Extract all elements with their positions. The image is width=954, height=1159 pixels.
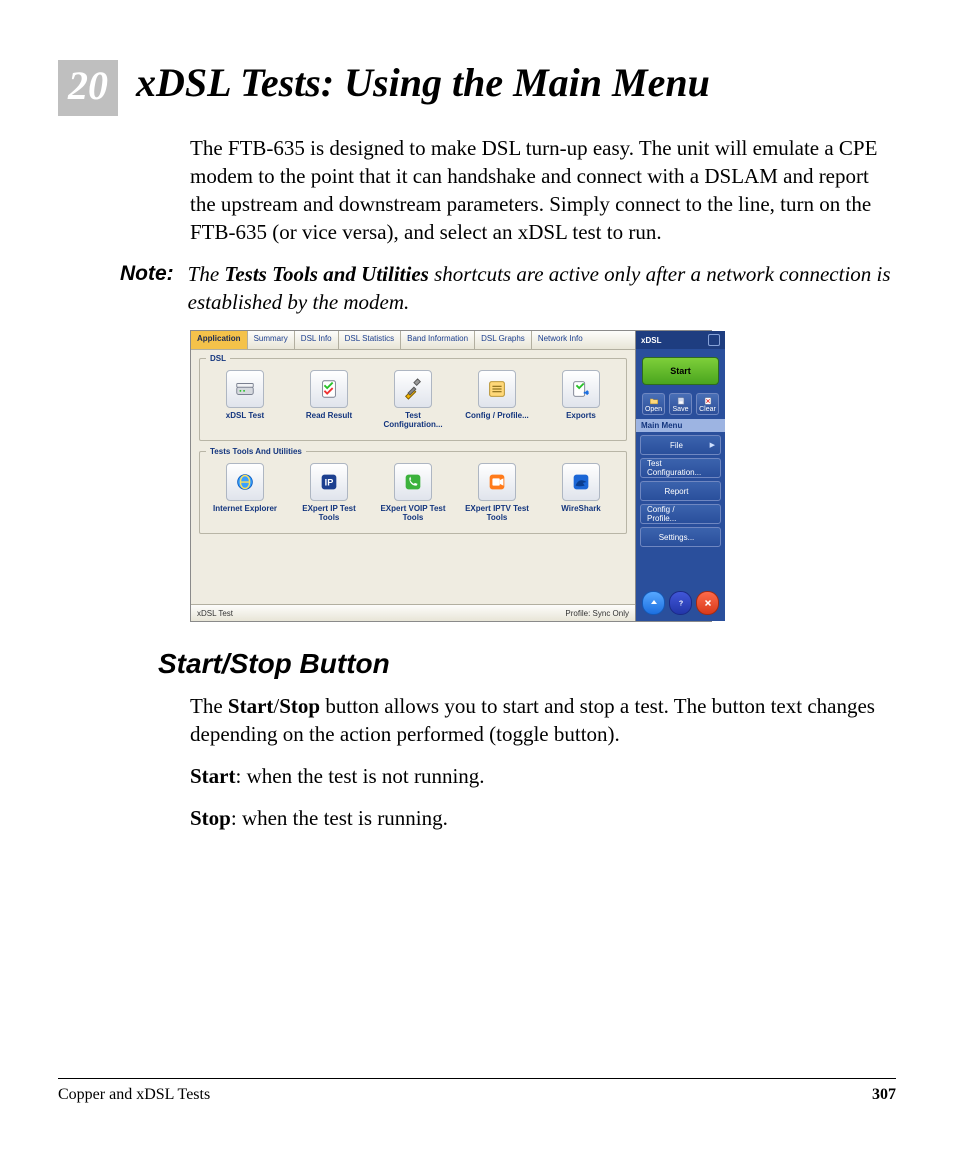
- tab-bar: Application Summary DSL Info DSL Statist…: [191, 331, 635, 350]
- clear-button[interactable]: Clear: [696, 393, 719, 415]
- start-stop-paragraph-1: The Start/Stop button allows you to star…: [190, 692, 896, 748]
- btn-internet-explorer[interactable]: Internet Explorer: [212, 463, 278, 522]
- shark-icon: [562, 463, 600, 501]
- btn-internet-explorer-label: Internet Explorer: [212, 504, 278, 513]
- open-button-label: Open: [645, 406, 662, 413]
- p1-bold-stop: Stop: [279, 694, 320, 718]
- btn-expert-ip-label: EXpert IP Test Tools: [296, 504, 362, 522]
- p1-text-a: The: [190, 694, 228, 718]
- ip-icon: IP: [310, 463, 348, 501]
- tab-summary[interactable]: Summary: [248, 331, 295, 349]
- status-bar: xDSL Test Profile: Sync Only: [191, 604, 635, 621]
- note-prefix: The: [188, 262, 225, 286]
- tab-application[interactable]: Application: [191, 331, 248, 349]
- ie-icon: [226, 463, 264, 501]
- btn-exports[interactable]: Exports: [548, 370, 614, 429]
- svg-text:IP: IP: [325, 477, 334, 487]
- btn-xdsl-test[interactable]: xDSL Test: [212, 370, 278, 429]
- btn-test-configuration[interactable]: Test Configuration...: [380, 370, 446, 429]
- help-icon[interactable]: ?: [669, 591, 692, 615]
- p3-bold-stop: Stop: [190, 806, 231, 830]
- tab-band-information[interactable]: Band Information: [401, 331, 475, 349]
- p1-bold-start: Start: [228, 694, 274, 718]
- up-arrow-icon[interactable]: [642, 591, 665, 615]
- btn-expert-iptv-label: EXpert IPTV Test Tools: [464, 504, 530, 522]
- note-body: The Tests Tools and Utilities shortcuts …: [188, 260, 896, 316]
- tools-icon: [394, 370, 432, 408]
- open-button[interactable]: Open: [642, 393, 665, 415]
- btn-wireshark[interactable]: WireShark: [548, 463, 614, 522]
- status-right: Profile: Sync Only: [565, 609, 629, 618]
- phone-icon: [394, 463, 432, 501]
- chapter-number: 20: [58, 60, 118, 116]
- btn-config-profile-label: Config / Profile...: [464, 411, 530, 420]
- start-button[interactable]: Start: [642, 357, 719, 385]
- save-icon: [676, 396, 686, 406]
- menu-report[interactable]: Report: [640, 481, 721, 501]
- side-section-header: Main Menu: [636, 419, 725, 432]
- group-tools: Tests Tools And Utilities Internet Explo…: [199, 447, 627, 534]
- close-icon[interactable]: [696, 591, 719, 615]
- video-icon: [478, 463, 516, 501]
- footer-page-number: 307: [872, 1085, 896, 1105]
- btn-expert-voip[interactable]: EXpert VOIP Test Tools: [380, 463, 446, 522]
- group-tools-legend: Tests Tools And Utilities: [206, 447, 306, 456]
- menu-settings[interactable]: Settings...: [640, 527, 721, 547]
- btn-read-result[interactable]: Read Result: [296, 370, 362, 429]
- menu-test-configuration[interactable]: Test Configuration...: [640, 458, 721, 478]
- tab-dsl-statistics[interactable]: DSL Statistics: [339, 331, 402, 349]
- start-stop-paragraph-2: Start: when the test is not running.: [190, 762, 896, 790]
- modem-icon: [226, 370, 264, 408]
- group-dsl: DSL xDSL Test Read Result: [199, 354, 627, 441]
- clear-button-label: Clear: [699, 406, 716, 413]
- side-title: xDSL: [641, 336, 661, 345]
- btn-expert-ip[interactable]: IP EXpert IP Test Tools: [296, 463, 362, 522]
- save-button[interactable]: Save: [669, 393, 692, 415]
- subheading-start-stop: Start/Stop Button: [158, 648, 896, 680]
- group-dsl-legend: DSL: [206, 354, 230, 363]
- tab-dsl-info[interactable]: DSL Info: [295, 331, 339, 349]
- intro-paragraph: The FTB-635 is designed to make DSL turn…: [190, 134, 896, 246]
- p2-bold-start: Start: [190, 764, 236, 788]
- btn-config-profile[interactable]: Config / Profile...: [464, 370, 530, 429]
- clear-icon: [703, 396, 713, 406]
- maximize-icon[interactable]: [708, 334, 720, 346]
- list-icon: [478, 370, 516, 408]
- btn-test-configuration-label: Test Configuration...: [380, 411, 446, 429]
- menu-config-profile[interactable]: Config / Profile...: [640, 504, 721, 524]
- tab-dsl-graphs[interactable]: DSL Graphs: [475, 331, 532, 349]
- btn-expert-voip-label: EXpert VOIP Test Tools: [380, 504, 446, 522]
- menu-file[interactable]: File: [640, 435, 721, 455]
- btn-read-result-label: Read Result: [296, 411, 362, 420]
- note-bold: Tests Tools and Utilities: [224, 262, 428, 286]
- btn-expert-iptv[interactable]: EXpert IPTV Test Tools: [464, 463, 530, 522]
- btn-xdsl-test-label: xDSL Test: [212, 411, 278, 420]
- side-panel: xDSL Start Open Save Clear Main Menu: [636, 331, 725, 621]
- chapter-title: xDSL Tests: Using the Main Menu: [136, 60, 710, 106]
- svg-text:?: ?: [678, 601, 682, 608]
- save-button-label: Save: [673, 406, 689, 413]
- start-stop-paragraph-3: Stop: when the test is running.: [190, 804, 896, 832]
- p3-text: : when the test is running.: [231, 806, 448, 830]
- btn-wireshark-label: WireShark: [548, 504, 614, 513]
- folder-open-icon: [649, 396, 659, 406]
- results-icon: [310, 370, 348, 408]
- btn-exports-label: Exports: [548, 411, 614, 420]
- status-left: xDSL Test: [197, 609, 233, 618]
- tab-network-info[interactable]: Network Info: [532, 331, 589, 349]
- p2-text: : when the test is not running.: [236, 764, 485, 788]
- app-screenshot: Application Summary DSL Info DSL Statist…: [190, 330, 712, 622]
- footer-title: Copper and xDSL Tests: [58, 1085, 210, 1105]
- note-label: Note:: [120, 260, 174, 316]
- export-icon: [562, 370, 600, 408]
